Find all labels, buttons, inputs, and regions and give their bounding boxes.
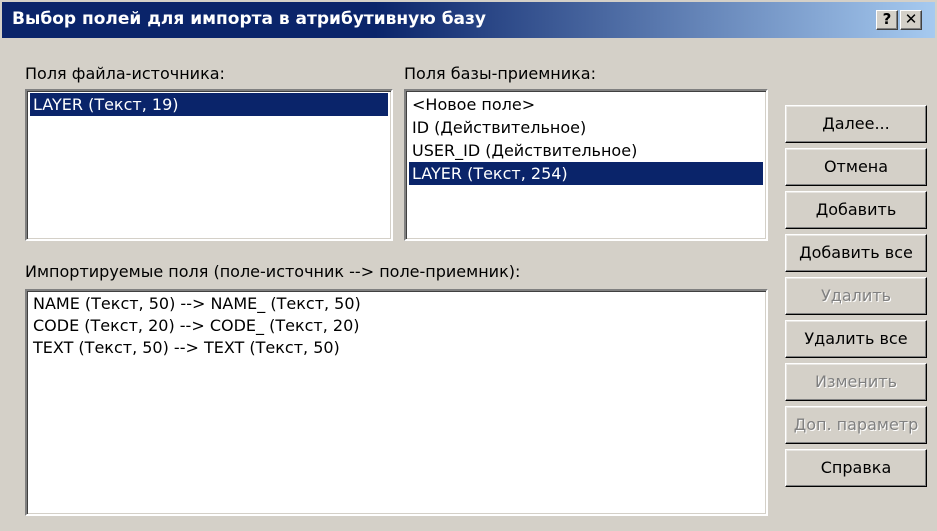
imported-field-item[interactable]: NAME (Текст, 50) --> NAME_ (Текст, 50): [30, 293, 763, 315]
target-fields-list[interactable]: <Новое поле> ID (Действительное) USER_ID…: [404, 89, 768, 241]
title-bar[interactable]: Выбор полей для импорта в атрибутивную б…: [2, 2, 935, 38]
cancel-button[interactable]: Отмена: [785, 148, 927, 186]
add-all-button[interactable]: Добавить все: [785, 234, 927, 272]
extra-params-button[interactable]: Доп. параметр: [785, 406, 927, 444]
source-fields-label: Поля файла-источника:: [25, 64, 225, 83]
target-field-item[interactable]: <Новое поле>: [409, 93, 763, 116]
target-field-item[interactable]: USER_ID (Действительное): [409, 139, 763, 162]
imported-field-item[interactable]: TEXT (Текст, 50) --> TEXT (Текст, 50): [30, 337, 763, 359]
close-icon[interactable]: ✕: [900, 10, 922, 30]
help-button[interactable]: Справка: [785, 449, 927, 487]
edit-button[interactable]: Изменить: [785, 363, 927, 401]
imported-field-item[interactable]: CODE (Текст, 20) --> CODE_ (Текст, 20): [30, 315, 763, 337]
imported-fields-label: Импортируемые поля (поле-источник --> по…: [25, 262, 521, 281]
remove-button[interactable]: Удалить: [785, 277, 927, 315]
target-field-item[interactable]: ID (Действительное): [409, 116, 763, 139]
target-fields-label: Поля базы-приемника:: [404, 64, 596, 83]
target-field-item[interactable]: LAYER (Текст, 254): [409, 162, 763, 185]
next-button[interactable]: Далее...: [785, 105, 927, 143]
source-fields-list[interactable]: LAYER (Текст, 19): [25, 89, 393, 241]
help-icon[interactable]: ?: [876, 10, 898, 30]
add-button[interactable]: Добавить: [785, 191, 927, 229]
remove-all-button[interactable]: Удалить все: [785, 320, 927, 358]
window-title: Выбор полей для импорта в атрибутивную б…: [12, 9, 486, 29]
source-field-item[interactable]: LAYER (Текст, 19): [30, 93, 388, 116]
imported-fields-list[interactable]: NAME (Текст, 50) --> NAME_ (Текст, 50) C…: [25, 289, 768, 516]
